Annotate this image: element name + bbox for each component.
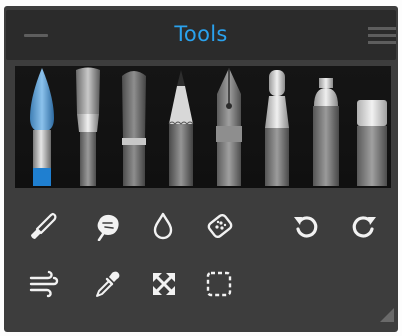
brush-flat[interactable] [69, 66, 107, 188]
wind-icon[interactable] [26, 266, 62, 302]
sponge-icon[interactable] [202, 208, 238, 244]
selection-icon[interactable] [201, 266, 237, 302]
brush-tray [15, 66, 391, 188]
resize-grip[interactable] [380, 308, 394, 322]
undo-icon[interactable] [288, 208, 324, 244]
brush-round[interactable] [23, 66, 61, 188]
brush-filbert[interactable] [115, 66, 153, 188]
brush-pen[interactable] [210, 66, 248, 188]
panel-header: Tools [6, 10, 396, 60]
brush-marker[interactable] [258, 66, 296, 188]
panel-menu-button[interactable] [368, 27, 396, 45]
smudge-icon[interactable] [90, 208, 126, 244]
brush-spray[interactable] [306, 66, 346, 188]
brush-eraser[interactable] [354, 66, 390, 188]
knife-icon[interactable] [26, 208, 62, 244]
drop-icon[interactable] [145, 208, 181, 244]
eyedropper-icon[interactable] [89, 266, 125, 302]
panel-title: Tools [174, 22, 228, 46]
fit-screen-icon[interactable] [146, 266, 182, 302]
brush-pencil[interactable] [162, 66, 200, 188]
redo-icon[interactable] [346, 208, 382, 244]
